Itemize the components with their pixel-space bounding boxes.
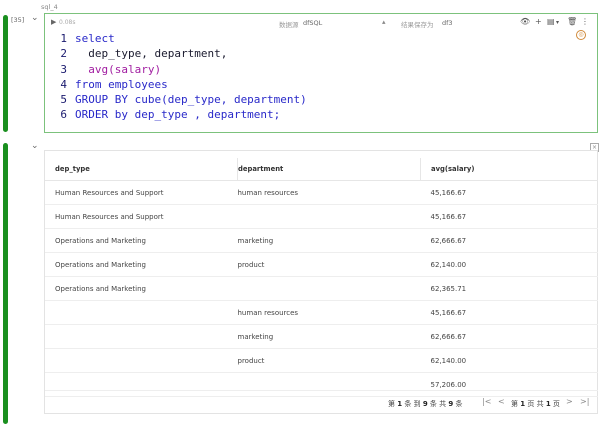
cell-avg-salary: 45,166.67	[420, 204, 598, 229]
code-line: 6 ORDER by dep_type , department;	[45, 107, 597, 122]
total-pages: 1	[545, 400, 551, 408]
save-icon[interactable]: ▤	[547, 17, 555, 27]
cell-department: human resources	[237, 300, 421, 325]
cell-dep-type: Human Resources and Support	[45, 180, 238, 205]
code-text: ORDER by dep_type , department;	[75, 108, 281, 122]
output-cell-bar	[3, 143, 8, 424]
code-area[interactable]: 1 select 2 dep_type, department, 3 avg(s…	[45, 31, 597, 123]
pager-text: 条 到	[404, 400, 421, 408]
table-row: product 62,140.00	[45, 348, 598, 373]
result-table: dep_type department avg(salary) Human Re…	[45, 158, 598, 397]
cell-dep-type	[45, 300, 238, 325]
page-range-text: 第 1 页 共 1 页	[511, 399, 560, 409]
cell-dep-type: Operations and Marketing	[45, 252, 238, 277]
cell-avg-salary: 62,666.67	[420, 324, 598, 349]
save-dropdown-icon[interactable]: ▾	[556, 18, 559, 28]
more-icon[interactable]: ⋮	[581, 17, 589, 27]
collapse-code-chevron-icon[interactable]: ⌄	[31, 13, 39, 23]
code-text: GROUP BY cube(dep_type, department)	[75, 93, 307, 107]
table-row: human resources 45,166.67	[45, 300, 598, 325]
line-number: 6	[60, 108, 67, 122]
cell-department: product	[237, 252, 421, 277]
table-row: Human Resources and Support human resour…	[45, 180, 598, 205]
cell-dep-type: Operations and Marketing	[45, 228, 238, 253]
code-line: 1 select	[45, 31, 597, 46]
run-duration: 0.08s	[59, 19, 76, 26]
next-page-icon[interactable]: >	[566, 397, 573, 406]
table-row: Operations and Marketing 62,365.71	[45, 276, 598, 301]
table-row: Operations and Marketing product 62,140.…	[45, 252, 598, 277]
pager-text: 页	[552, 400, 560, 408]
save-result-label: 结果保存为	[401, 21, 434, 29]
cell-name: sql_4	[41, 3, 58, 11]
cell-department	[237, 276, 421, 301]
cell-department	[237, 204, 421, 229]
datasource-label: 数据源	[279, 21, 299, 29]
row-end: 9	[422, 400, 428, 408]
cell-avg-salary: 45,166.67	[420, 180, 598, 205]
row-start: 1	[397, 400, 403, 408]
code-line: 4 from employees	[45, 77, 597, 92]
column-header-department[interactable]: department	[237, 158, 421, 181]
line-number: 3	[60, 62, 67, 76]
current-page: 1	[520, 400, 526, 408]
datasource-select[interactable]: dfSQL	[303, 19, 322, 27]
code-line: 5 GROUP BY cube(dep_type, department)	[45, 92, 597, 107]
column-header-avg-salary[interactable]: avg(salary)	[420, 158, 598, 181]
cell-dep-type: Operations and Marketing	[45, 276, 238, 301]
table-header-row: dep_type department avg(salary)	[45, 158, 598, 181]
cell-department: marketing	[237, 324, 421, 349]
column-header-dep-type[interactable]: dep_type	[45, 158, 238, 181]
code-line: 2 dep_type, department,	[45, 46, 597, 61]
pager-text: 条	[455, 400, 463, 408]
table-row: marketing 62,666.67	[45, 324, 598, 349]
cell-dep-type	[45, 348, 238, 373]
cell-avg-salary: 62,140.00	[420, 348, 598, 373]
code-cell-active-bar	[3, 15, 8, 132]
table-row: Human Resources and Support 45,166.67	[45, 204, 598, 229]
first-page-icon[interactable]: |<	[482, 397, 491, 406]
prev-page-icon[interactable]: <	[498, 397, 505, 406]
execution-count: [35]	[11, 16, 25, 24]
cell-department: marketing	[237, 228, 421, 253]
pagination-bar: 第 1 条 到 9 条 共 9 条 |< < 第 1 页 共 1 页 > >|	[45, 390, 598, 415]
datasource-dropdown-icon[interactable]: ▴	[382, 18, 386, 26]
cell-avg-salary: 62,365.71	[420, 276, 598, 301]
pager-text: 第	[388, 400, 395, 408]
row-total: 9	[448, 400, 454, 408]
cell-avg-salary: 45,166.67	[420, 300, 598, 325]
line-number: 4	[60, 77, 67, 91]
cell-avg-salary: 62,666.67	[420, 228, 598, 253]
sql-editor[interactable]: ▶ 0.08s 数据源 dfSQL ▴ 结果保存为 df3 👁 + ▤ ▾ 🗑 …	[44, 13, 598, 133]
line-number: 5	[60, 93, 67, 107]
cell-dep-type	[45, 324, 238, 349]
cell-department: human resources	[237, 180, 421, 205]
row-range-text: 第 1 条 到 9 条 共 9 条	[388, 399, 463, 409]
code-text: avg(salary)	[75, 62, 162, 76]
eye-icon[interactable]: 👁	[520, 17, 530, 27]
pager-text: 第	[511, 400, 518, 408]
save-result-input[interactable]: df3	[442, 19, 453, 27]
last-page-icon[interactable]: >|	[580, 397, 589, 406]
delete-icon[interactable]: 🗑	[567, 17, 577, 27]
table-row: Operations and Marketing marketing 62,66…	[45, 228, 598, 253]
cell-department: product	[237, 348, 421, 373]
add-icon[interactable]: +	[535, 17, 542, 27]
line-number: 2	[60, 47, 67, 61]
line-number: 1	[60, 32, 67, 45]
code-text: from employees	[75, 77, 168, 91]
run-icon[interactable]: ▶	[51, 18, 56, 26]
code-text: dep_type, department,	[75, 47, 228, 61]
cell-toolbar: ▶ 0.08s 数据源 dfSQL ▴ 结果保存为 df3 👁 + ▤ ▾ 🗑 …	[45, 14, 597, 32]
pager-text: 条 共	[429, 400, 447, 408]
collapse-output-chevron-icon[interactable]: ⌄	[31, 141, 39, 151]
code-line: 3 avg(salary)	[45, 62, 597, 77]
cell-avg-salary: 62,140.00	[420, 252, 598, 277]
cell-dep-type: Human Resources and Support	[45, 204, 238, 229]
pager-text: 页 共	[527, 400, 544, 408]
code-text: select	[75, 32, 115, 45]
result-table-panel: dep_type department avg(salary) Human Re…	[44, 150, 598, 414]
